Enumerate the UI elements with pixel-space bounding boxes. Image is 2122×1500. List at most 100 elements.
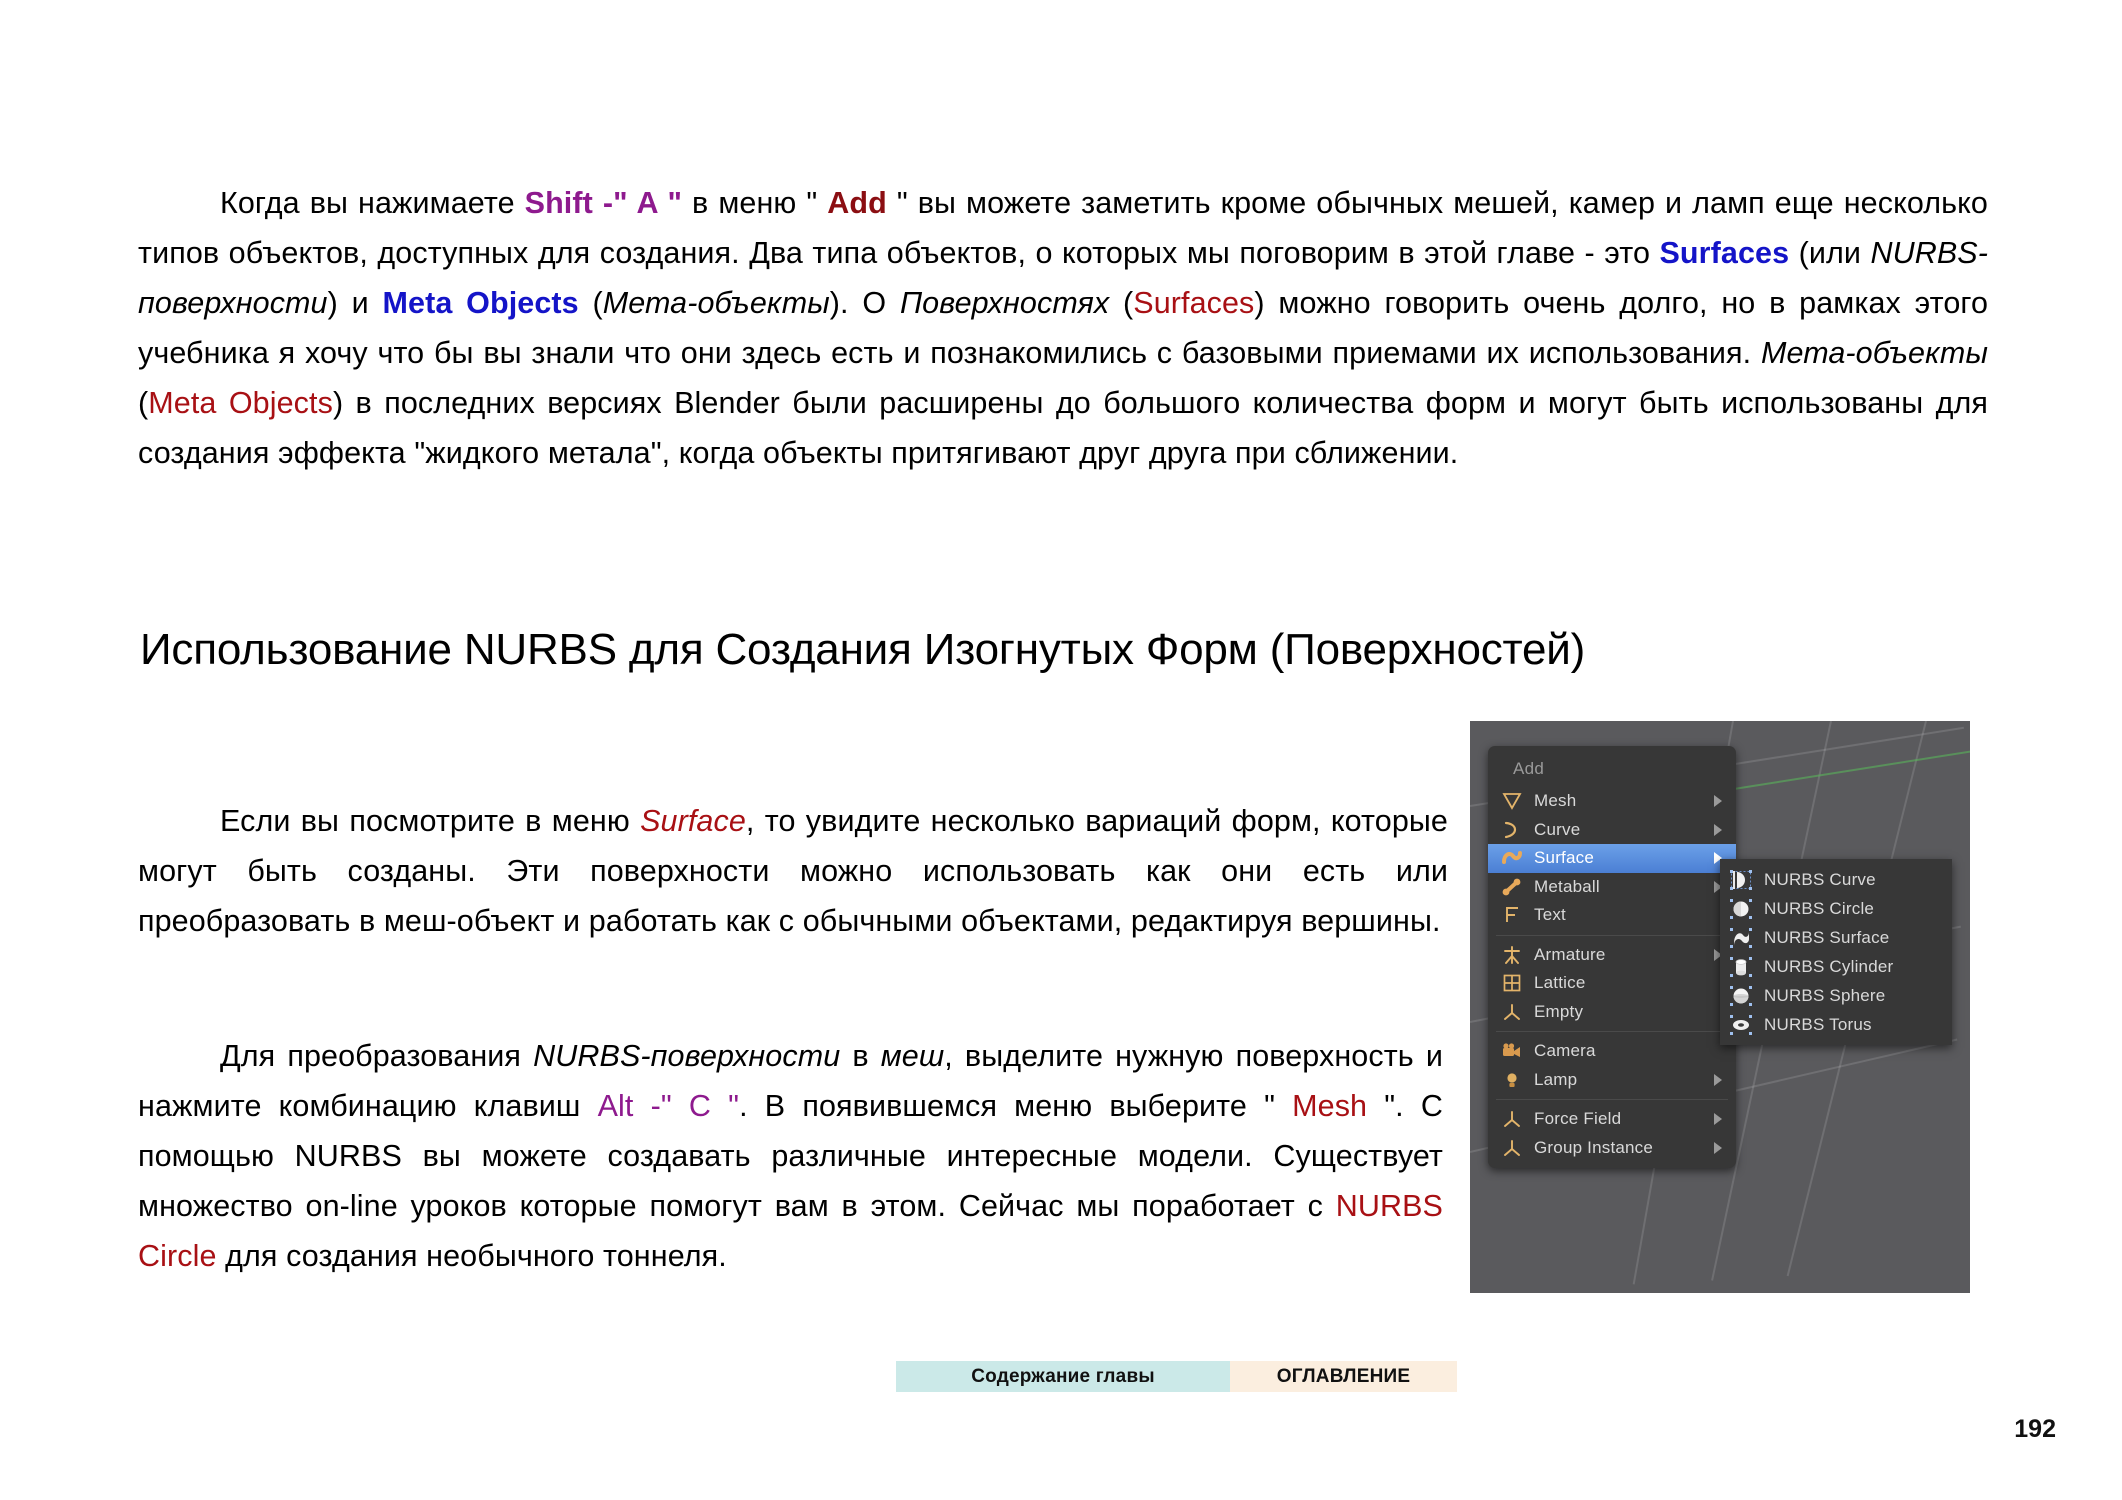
menu-separator bbox=[1496, 1099, 1728, 1100]
chevron-right-icon bbox=[1714, 1073, 1722, 1086]
menu-item-metaball[interactable]: Metaball bbox=[1488, 873, 1736, 902]
text-run: Если вы посмотрите в меню bbox=[220, 803, 641, 838]
menu-item-lamp[interactable]: Lamp bbox=[1488, 1066, 1736, 1095]
red-meta-objects: Meta Objects bbox=[148, 385, 333, 420]
text-run: ). О bbox=[829, 285, 900, 320]
chevron-right-icon bbox=[1714, 1141, 1722, 1154]
menu-item-surface[interactable]: Surface bbox=[1488, 844, 1736, 873]
page-number: 192 bbox=[2014, 1415, 2056, 1443]
submenu-item-label: NURBS Torus bbox=[1764, 1014, 1872, 1034]
camera-icon bbox=[1498, 1040, 1526, 1062]
nurbs-cylinder-icon bbox=[1726, 956, 1756, 978]
surface-paragraph-2: Для преобразования NURBS-поверхности в м… bbox=[138, 1031, 1443, 1281]
intro-paragraph: Когда вы нажимаете Shift -" A " в меню "… bbox=[138, 178, 1988, 478]
force-field-icon bbox=[1498, 1108, 1526, 1130]
keyword-surfaces: Surfaces bbox=[1659, 235, 1790, 270]
chevron-right-icon bbox=[1714, 1113, 1722, 1126]
red-surfaces: Surfaces bbox=[1133, 285, 1255, 320]
submenu-item-nurbs-circle[interactable]: NURBS Circle bbox=[1720, 894, 1952, 923]
chevron-right-icon bbox=[1714, 795, 1722, 808]
menu-item-label: Lamp bbox=[1534, 1069, 1578, 1089]
nav-chapter-contents-button[interactable]: Содержание главы bbox=[896, 1361, 1230, 1392]
italic-mesh-ru: меш bbox=[880, 1038, 945, 1073]
text-icon bbox=[1498, 904, 1526, 926]
metaball-icon bbox=[1498, 876, 1526, 898]
submenu-item-label: NURBS Cylinder bbox=[1764, 956, 1894, 976]
keyword-alt-c: Alt -" C " bbox=[597, 1088, 740, 1123]
nurbs-torus-icon bbox=[1726, 1014, 1756, 1036]
submenu-item-nurbs-sphere[interactable]: NURBS Sphere bbox=[1720, 981, 1952, 1010]
menu-item-label: Group Instance bbox=[1534, 1137, 1654, 1157]
chevron-right-icon bbox=[1714, 823, 1722, 836]
lattice-icon bbox=[1498, 972, 1526, 994]
italic-nurbs-surface-ru: NURBS-поверхности bbox=[533, 1038, 841, 1073]
text-run: ( bbox=[138, 385, 149, 420]
menu-item-label: Mesh bbox=[1534, 791, 1577, 811]
text-run: Для преобразования bbox=[220, 1038, 534, 1073]
empty-icon bbox=[1498, 1001, 1526, 1023]
keyword-shift-a: Shift -" A " bbox=[524, 185, 683, 220]
lamp-icon bbox=[1498, 1069, 1526, 1091]
menu-item-label: Metaball bbox=[1534, 876, 1600, 896]
menu-item-lattice[interactable]: Lattice bbox=[1488, 969, 1736, 998]
red-mesh: Mesh bbox=[1292, 1088, 1368, 1123]
menu-item-label: Empty bbox=[1534, 1001, 1584, 1021]
submenu-item-nurbs-torus[interactable]: NURBS Torus bbox=[1720, 1010, 1952, 1039]
text-run: ) и bbox=[327, 285, 383, 320]
submenu-item-label: NURBS Circle bbox=[1764, 898, 1875, 918]
nav-table-of-contents-button[interactable]: ОГЛАВЛЕНИЕ bbox=[1230, 1361, 1457, 1392]
submenu-item-label: NURBS Surface bbox=[1764, 927, 1890, 947]
menu-item-curve[interactable]: Curve bbox=[1488, 816, 1736, 845]
text-run: для создания необычного тоннеля. bbox=[216, 1238, 727, 1273]
submenu-item-nurbs-curve[interactable]: NURBS Curve bbox=[1720, 865, 1952, 894]
menu-item-label: Lattice bbox=[1534, 973, 1586, 993]
text-run: (или bbox=[1789, 235, 1871, 270]
submenu-item-label: NURBS Curve bbox=[1764, 869, 1876, 889]
menu-item-label: Force Field bbox=[1534, 1109, 1622, 1129]
menu-item-force-field[interactable]: Force Field bbox=[1488, 1105, 1736, 1134]
text-run: в меню " bbox=[682, 185, 828, 220]
menu-item-label: Surface bbox=[1534, 848, 1594, 868]
menu-item-label: Camera bbox=[1534, 1041, 1596, 1061]
surface-paragraph-1: Если вы посмотрите в меню Surface, то ув… bbox=[138, 796, 1448, 946]
submenu-item-nurbs-cylinder[interactable]: NURBS Cylinder bbox=[1720, 952, 1952, 981]
text-run: . В появившемся меню выберите " bbox=[739, 1088, 1293, 1123]
nurbs-circle-icon bbox=[1726, 898, 1756, 920]
italic-surfaces-ru: Поверхностях bbox=[899, 285, 1110, 320]
menu-item-group-instance[interactable]: Group Instance bbox=[1488, 1134, 1736, 1163]
submenu-item-label: NURBS Sphere bbox=[1764, 985, 1886, 1005]
group-instance-icon bbox=[1498, 1137, 1526, 1159]
add-menu: Add Mesh Curve Surface Metaball Text Arm… bbox=[1488, 746, 1736, 1168]
blender-add-menu-screenshot: Add Mesh Curve Surface Metaball Text Arm… bbox=[1470, 721, 1970, 1293]
menu-separator bbox=[1496, 1031, 1728, 1032]
italic-meta-objects-ru-2: Мета-объекты bbox=[1760, 335, 1988, 370]
document-page: Когда вы нажимаете Shift -" A " в меню "… bbox=[0, 0, 2122, 1500]
submenu-item-nurbs-surface[interactable]: NURBS Surface bbox=[1720, 923, 1952, 952]
menu-separator bbox=[1496, 934, 1728, 936]
footer-navigation: Содержание главы ОГЛАВЛЕНИЕ bbox=[896, 1361, 1457, 1392]
menu-item-label: Text bbox=[1534, 905, 1566, 925]
text-run: ( bbox=[578, 285, 603, 320]
menu-item-label: Armature bbox=[1534, 944, 1606, 964]
menu-item-empty[interactable]: Empty bbox=[1488, 998, 1736, 1027]
add-menu-title: Add bbox=[1513, 759, 1545, 778]
nurbs-curve-icon bbox=[1726, 869, 1756, 891]
surface-icon bbox=[1498, 847, 1526, 869]
curve-icon bbox=[1498, 819, 1526, 841]
text-run: в bbox=[840, 1038, 881, 1073]
menu-item-text[interactable]: Text bbox=[1488, 901, 1736, 930]
text-run: Когда вы нажимаете bbox=[220, 185, 525, 220]
menu-item-camera[interactable]: Camera bbox=[1488, 1037, 1736, 1066]
keyword-add: Add bbox=[827, 185, 887, 220]
page-title: Использование NURBS для Создания Изогнут… bbox=[140, 625, 1586, 675]
mesh-icon bbox=[1498, 790, 1526, 812]
menu-item-armature[interactable]: Armature bbox=[1488, 941, 1736, 970]
italic-meta-objects-ru: Мета-объекты bbox=[602, 285, 830, 320]
nurbs-sphere-icon bbox=[1726, 985, 1756, 1007]
italic-red-surface: Surface bbox=[640, 803, 746, 838]
nurbs-surface-icon bbox=[1726, 927, 1756, 949]
text-run: ( bbox=[1109, 285, 1134, 320]
keyword-meta-objects: Meta Objects bbox=[382, 285, 579, 320]
surface-submenu: NURBS Curve NURBS Circle NURBS Surface N… bbox=[1720, 859, 1952, 1045]
menu-item-mesh[interactable]: Mesh bbox=[1488, 787, 1736, 816]
